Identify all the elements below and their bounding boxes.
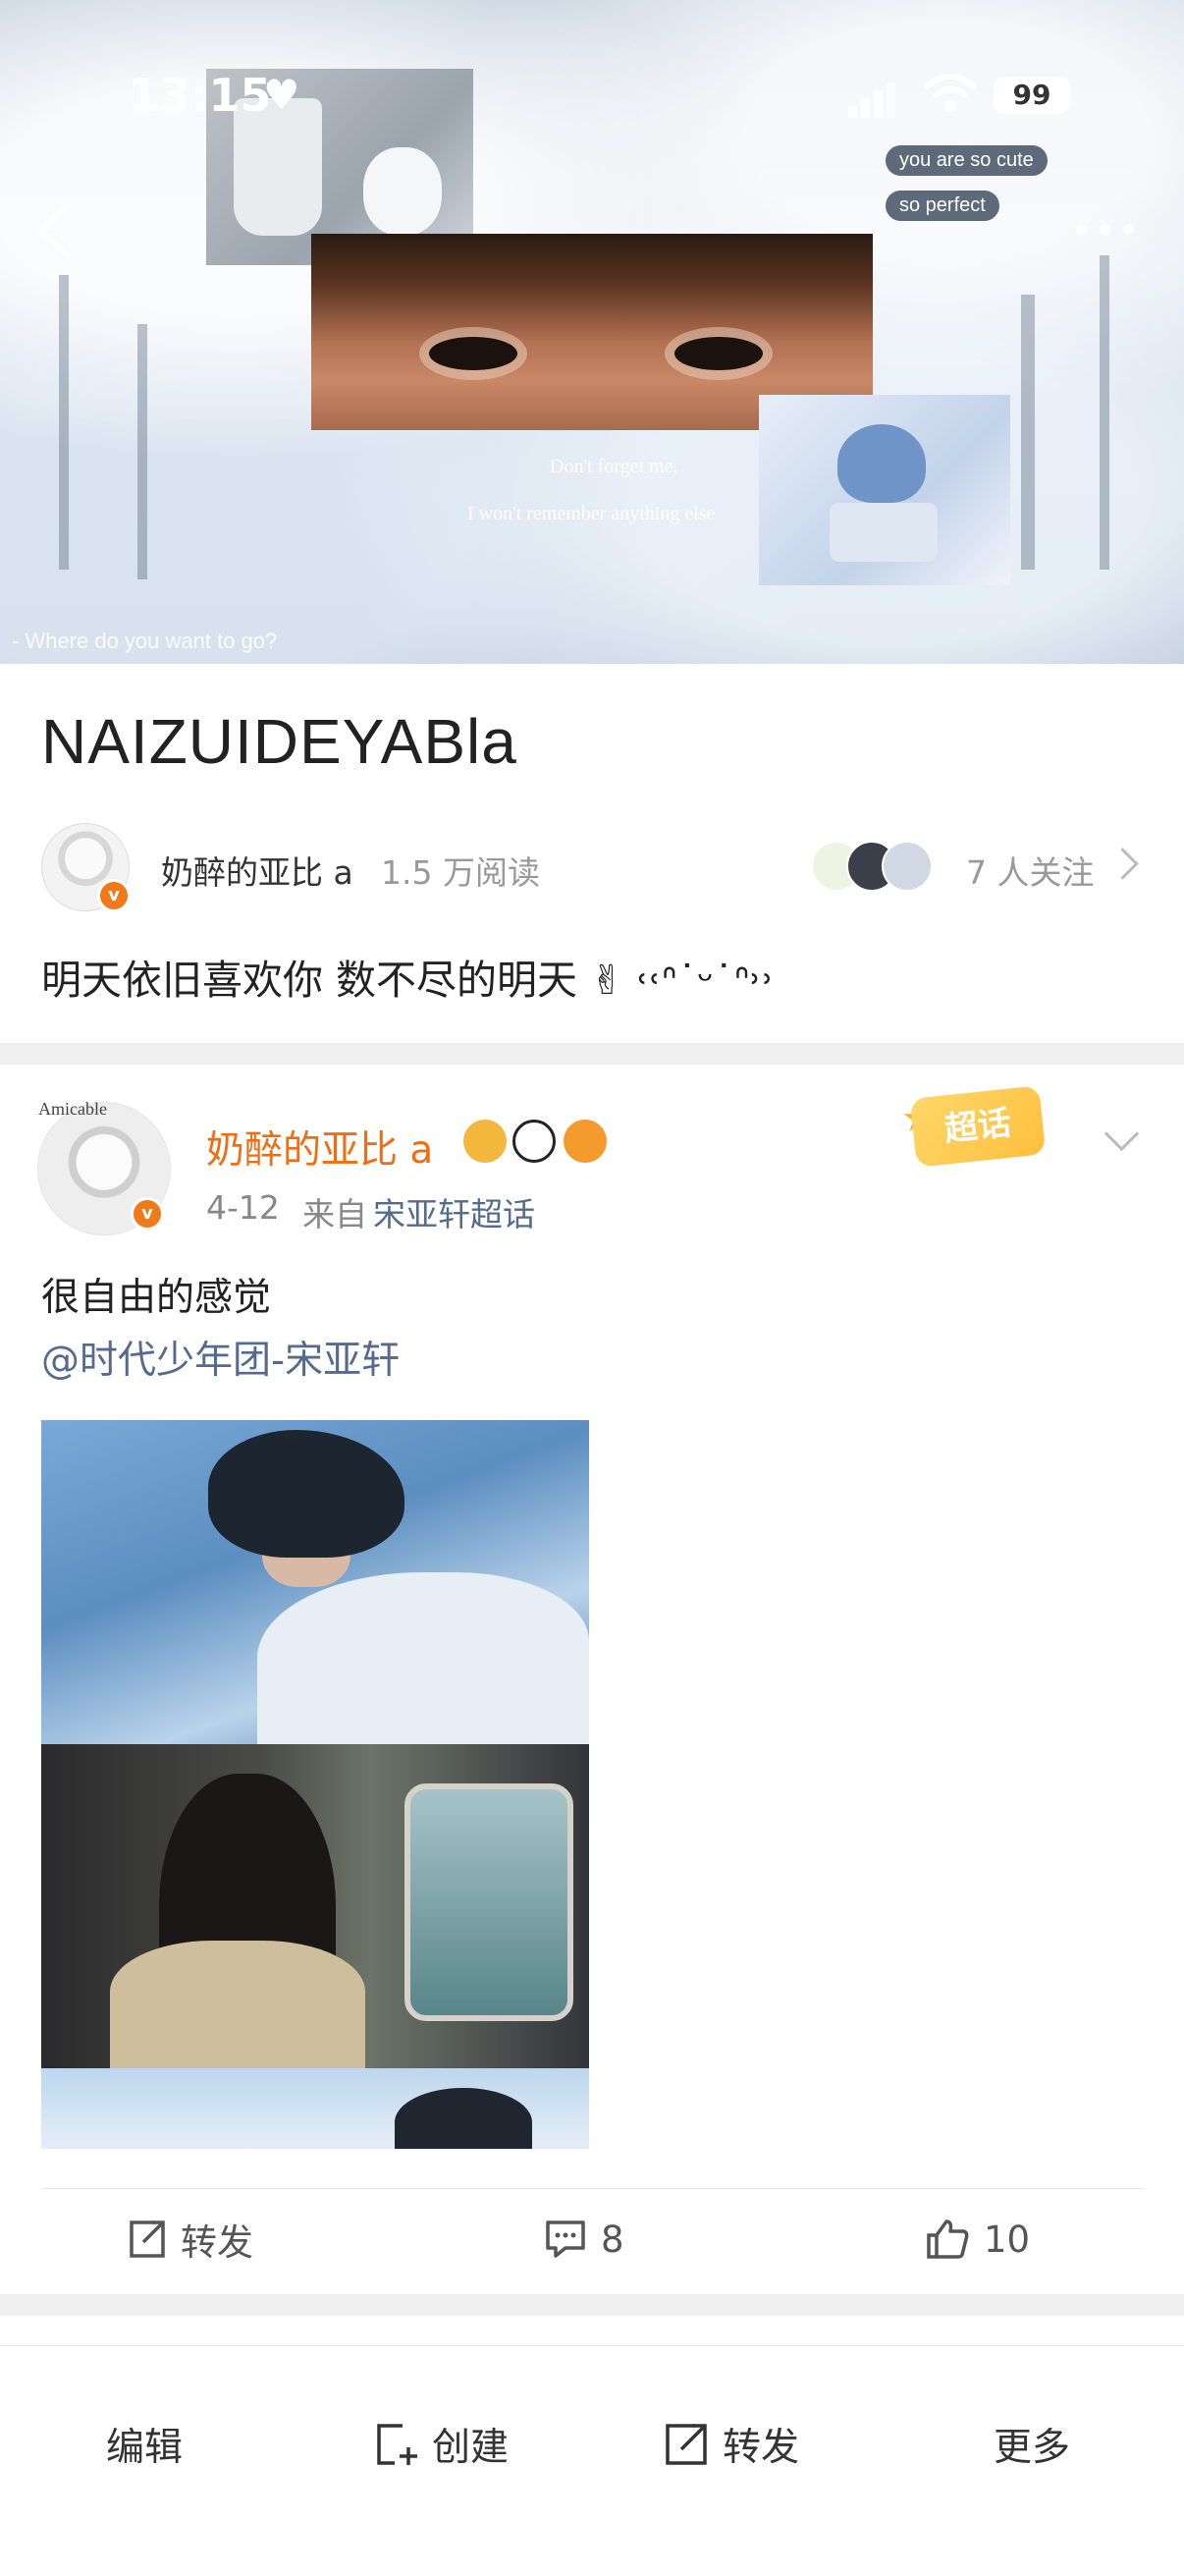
mention-link[interactable]: @时代少年团-宋亚轩: [41, 1330, 400, 1385]
gem-shape: [837, 424, 926, 503]
image-shape: [110, 1941, 365, 2068]
create-icon: [377, 2424, 417, 2465]
supertopic-badge[interactable]: 超话: [909, 1085, 1047, 1168]
post-author-avatar[interactable]: Amicable v: [37, 1099, 171, 1235]
chat-bubble: you are so cute: [886, 145, 1048, 176]
more-button[interactable]: 更多: [994, 2415, 1070, 2474]
more-options-button[interactable]: [1076, 214, 1145, 244]
wifi-icon: [925, 74, 976, 112]
action-separator: [41, 2188, 1143, 2189]
overlay-text: I won't remember anything else: [467, 503, 716, 524]
host-avatar[interactable]: v: [41, 823, 131, 912]
like-button[interactable]: 10: [925, 2210, 1030, 2269]
right-eye: [674, 337, 763, 370]
panda-emoji-icon: [512, 1120, 556, 1163]
chevron-right-icon[interactable]: [1106, 848, 1139, 880]
post-image[interactable]: [41, 2068, 589, 2149]
image-shape: [208, 1430, 404, 1558]
verified-badge-icon: v: [97, 879, 131, 912]
follower-avatars[interactable]: [811, 841, 948, 892]
gem-base: [830, 503, 938, 562]
cover-image: you are so cute so perfect Don't forget …: [0, 0, 1184, 664]
comment-count: 8: [601, 2218, 624, 2261]
comment-icon: [546, 2220, 585, 2258]
post-text: 很自由的感觉: [41, 1276, 272, 1320]
tree-decoration: [1021, 295, 1035, 570]
tree-decoration: [59, 275, 69, 570]
post-author-name[interactable]: 奶醉的亚比 a: [206, 1120, 433, 1175]
image-shape: [395, 2088, 532, 2149]
heart-icon: ♥: [263, 71, 300, 119]
repost-bottom-label: 转发: [723, 2426, 800, 2470]
heart-gem-photo: [759, 395, 1010, 585]
follower-avatar: [882, 841, 933, 892]
host-name[interactable]: 奶醉的亚比 a: [161, 847, 353, 894]
left-eye: [429, 337, 517, 370]
edit-button[interactable]: 编辑: [106, 2415, 183, 2474]
avatar-label: Amicable: [38, 1099, 107, 1119]
topic-description: 明天依旧喜欢你 数不尽的明天 ✌︎ ˓˓ᐢ˙ᵕ˙ᐢ˒˒: [41, 957, 775, 1004]
followers-count[interactable]: 7 人关注: [966, 847, 1095, 894]
more-label: 更多: [994, 2426, 1071, 2470]
create-label: 创建: [432, 2426, 510, 2470]
section-divider: [0, 1043, 1184, 1065]
status-time: 13:15: [128, 69, 272, 122]
crown-emoji-icon: [463, 1120, 507, 1163]
tree-decoration: [137, 324, 147, 579]
plush-shape: [363, 147, 442, 236]
section-divider: [0, 2294, 1184, 2316]
create-button[interactable]: 创建: [375, 2415, 509, 2474]
verified-badge-icon: v: [131, 1197, 164, 1231]
edit-label: 编辑: [106, 2426, 184, 2470]
tree-decoration: [1100, 255, 1109, 570]
chat-bubble: so perfect: [886, 191, 999, 221]
topic-title: NAIZUIDEYABla: [41, 706, 517, 777]
image-shape: [404, 1783, 573, 2021]
post-date: 4-12: [206, 1188, 280, 1227]
read-count: 1.5 万阅读: [381, 853, 540, 892]
repost-icon: [130, 2220, 165, 2258]
cellular-signal-icon: [848, 79, 897, 118]
image-shape: [257, 1572, 589, 1744]
chevron-down-icon[interactable]: [1103, 1116, 1140, 1152]
repost-button[interactable]: 转发: [126, 2210, 253, 2269]
repost-icon: [666, 2424, 707, 2465]
post-image[interactable]: [41, 1744, 589, 2068]
back-button[interactable]: [27, 196, 86, 265]
post-image[interactable]: [41, 1420, 589, 1744]
cover-caption: - Where do you want to go?: [12, 629, 278, 653]
thumbs-up-icon: [927, 2220, 969, 2259]
comment-button[interactable]: 8: [544, 2210, 624, 2269]
source-prefix: 来自: [302, 1195, 367, 1233]
battery-indicator: 99: [994, 77, 1070, 114]
repost-bottom-button[interactable]: 转发: [664, 2415, 799, 2474]
bottom-action-bar: 编辑 创建 转发 更多: [0, 2345, 1184, 2576]
post-source-link[interactable]: 宋亚轩超话: [373, 1188, 535, 1235]
repost-label: 转发: [181, 2221, 253, 2264]
pufferfish-emoji-icon: [564, 1120, 607, 1163]
overlay-text: Don't forget me.: [550, 456, 678, 477]
like-count: 10: [984, 2218, 1031, 2261]
